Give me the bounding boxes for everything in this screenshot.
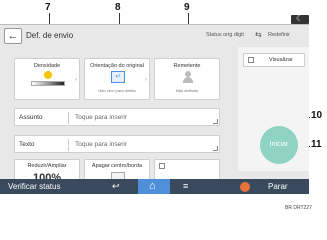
text-row[interactable]: Texto Toque para inserir [14, 135, 220, 153]
orientation-icon: ↵ [111, 71, 125, 83]
sender-label: Remetente [173, 63, 201, 69]
callout-8: 8 [115, 2, 121, 13]
orientation-tile[interactable]: Orientação do original ↵ Não vem para di… [84, 58, 150, 100]
chevron-right-icon: › [145, 77, 147, 83]
row-divider [68, 112, 69, 124]
subject-input[interactable]: Toque para inserir [75, 114, 127, 121]
figure-reference-code: BR DRT227 [285, 205, 312, 211]
back-arrow-icon: ← [7, 30, 19, 42]
text-input[interactable]: Toque para inserir [75, 141, 127, 148]
page-title: Def. de envio [26, 31, 74, 40]
menu-icon[interactable]: ≡ [183, 181, 188, 191]
preview-label: Visualizar [269, 57, 293, 63]
start-label: Iniciar [269, 141, 289, 148]
person-icon [183, 71, 193, 83]
reduce-enlarge-label: Reduzir/Ampliar [27, 163, 67, 169]
energy-saver-icon[interactable]: ☾ [291, 14, 309, 24]
text-label: Texto [19, 141, 35, 148]
sender-tile[interactable]: Remetente Não definido [154, 58, 220, 100]
side-checkbox[interactable] [159, 163, 165, 169]
reset-button[interactable]: Redefinir [268, 32, 290, 38]
chevron-right-icon: › [75, 77, 77, 83]
subject-row[interactable]: Assunto Toque para inserir [14, 108, 220, 126]
header-bar: ← Def. de envio Status orig digit ⇆ Rede… [0, 25, 309, 47]
device-screen: ← Def. de envio Status orig digit ⇆ Rede… [0, 24, 309, 194]
footer-bar: Verificar status ↩ ⌂ ≡ Parar [0, 179, 309, 194]
stop-icon[interactable] [240, 182, 250, 192]
callout-9: 9 [184, 2, 190, 13]
callout-11: 11 [311, 139, 322, 150]
density-bulb-icon [44, 71, 52, 79]
home-icon: ⌂ [149, 180, 156, 192]
orientation-value: Não vem para direita [98, 88, 136, 93]
stop-button[interactable]: Parar [268, 182, 288, 191]
erase-center-border-label: Apagar centro/borda [91, 163, 143, 169]
callout-10: 10 [311, 110, 323, 121]
scan-status-link[interactable]: Status orig digit [206, 32, 244, 38]
density-scale [31, 81, 65, 86]
corner-mark [213, 146, 218, 151]
density-tile[interactable]: Densidade › [14, 58, 80, 100]
start-button[interactable]: Iniciar [260, 126, 298, 164]
check-status-button[interactable]: Verificar status [8, 182, 60, 191]
density-label: Densidade [33, 63, 61, 69]
preview-toggle[interactable]: Visualizar [243, 53, 305, 67]
back-button[interactable]: ← [4, 28, 22, 44]
subject-label: Assunto [19, 114, 43, 121]
preview-checkbox[interactable] [248, 57, 254, 63]
callout-7: 7 [45, 2, 51, 13]
sender-value: Não definido [175, 88, 199, 93]
moon-icon: ☾ [296, 14, 304, 23]
corner-mark [213, 119, 218, 124]
row-divider [68, 139, 69, 151]
orientation-label: Orientação do original [90, 63, 144, 69]
reset-icon[interactable]: ⇆ [255, 30, 262, 39]
home-button[interactable]: ⌂ [138, 179, 170, 194]
return-icon[interactable]: ↩ [112, 181, 120, 192]
